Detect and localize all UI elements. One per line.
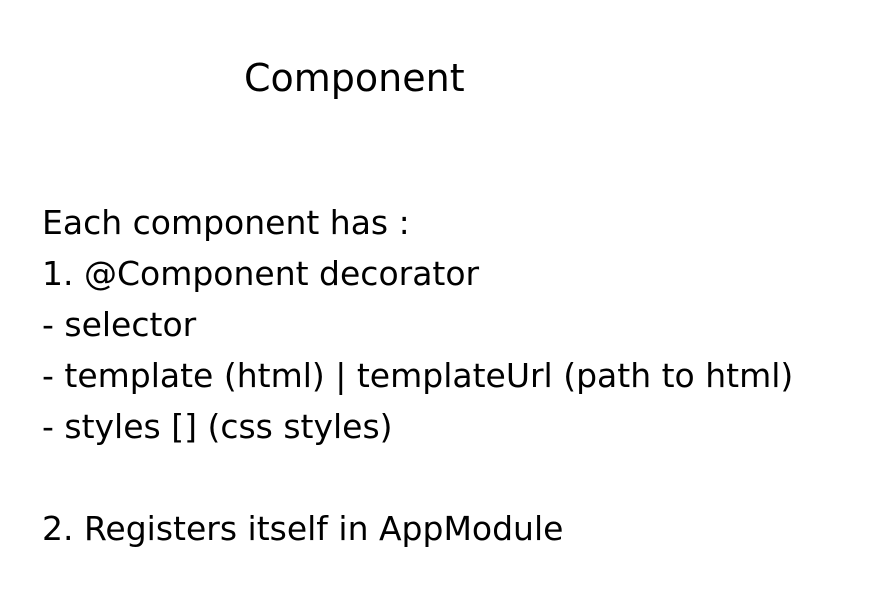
list-item-template: - template (html) | templateUrl (path to… — [42, 356, 794, 395]
intro-line: Each component has : — [42, 203, 410, 242]
list-item-styles: - styles [] (css styles) — [42, 407, 393, 446]
slide-title: Component — [244, 56, 465, 100]
list-item-registers: 2. Registers itself in AppModule — [42, 509, 564, 548]
list-item-decorator: 1. @Component decorator — [42, 254, 480, 293]
slide: Component Each component has : 1. @Compo… — [0, 0, 876, 613]
list-item-selector: - selector — [42, 305, 197, 344]
slide-body: Each component has : 1. @Component decor… — [42, 197, 862, 554]
